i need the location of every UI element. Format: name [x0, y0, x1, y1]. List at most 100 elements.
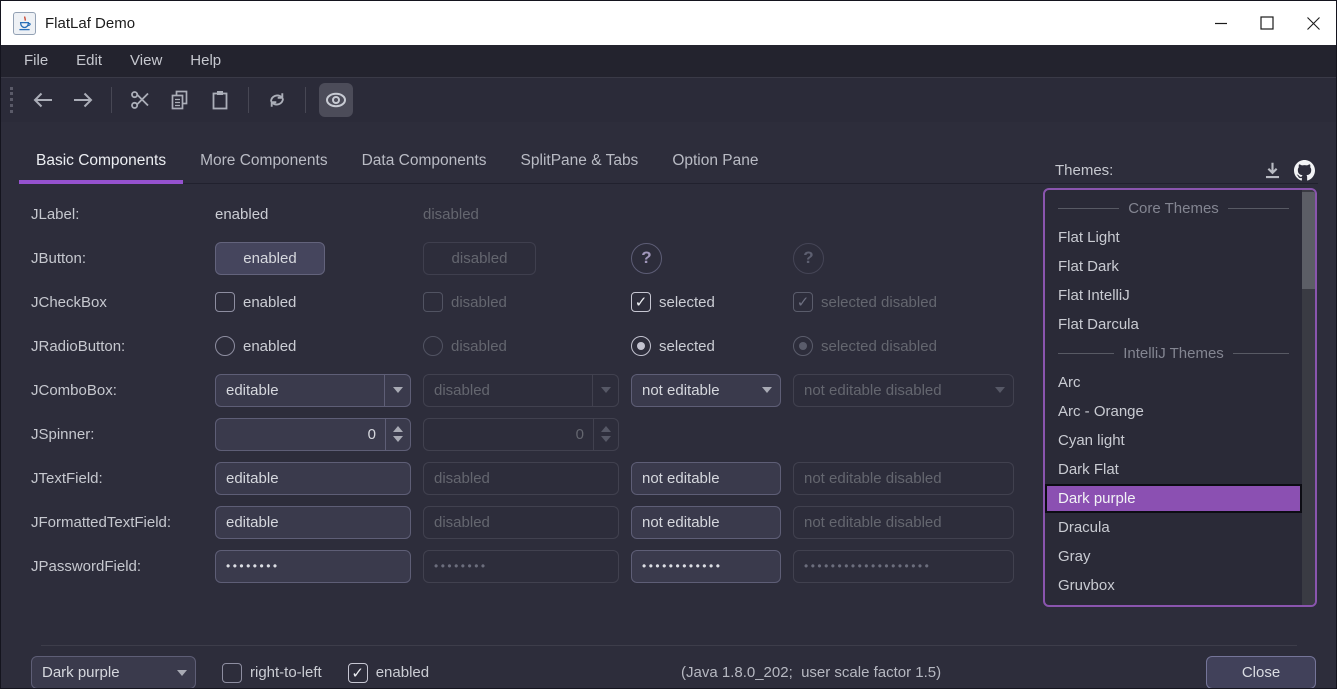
spinner-enabled[interactable]: 0	[215, 418, 411, 451]
back-icon[interactable]	[28, 85, 58, 115]
textfield-disabled: disabled	[423, 462, 619, 495]
menu-file[interactable]: File	[10, 45, 62, 77]
checkbox-enabled[interactable]: enabled	[215, 292, 411, 312]
theme-group-separator: Core Themes	[1045, 194, 1315, 223]
formatted-textfield-not-editable-disabled: not editable disabled	[793, 506, 1014, 539]
radio-selected-icon[interactable]	[631, 336, 651, 356]
menubar: File Edit View Help	[1, 45, 1336, 78]
jlabel-row-label: JLabel:	[31, 206, 203, 223]
radio-icon[interactable]	[215, 336, 235, 356]
theme-item[interactable]: Gray	[1045, 542, 1315, 571]
jpasswordfield-row-label: JPasswordField:	[31, 558, 203, 575]
java-app-icon	[13, 12, 36, 35]
radio-icon	[423, 336, 443, 356]
checkbox-selected[interactable]: ✓ selected	[631, 292, 781, 312]
chevron-down-icon	[592, 375, 618, 406]
radio-selected[interactable]: selected	[631, 336, 781, 356]
combobox-not-editable[interactable]: not editable	[631, 374, 781, 407]
menu-view[interactable]: View	[116, 45, 176, 77]
jbutton-row-label: JButton:	[31, 250, 203, 267]
download-icon[interactable]	[1263, 161, 1282, 180]
scrollbar-thumb[interactable]	[1302, 192, 1315, 289]
jcombobox-row-label: JComboBox:	[31, 382, 203, 399]
theme-item[interactable]: Cyan light	[1045, 426, 1315, 455]
theme-item[interactable]: Arc	[1045, 368, 1315, 397]
theme-item[interactable]: Gruvbox	[1045, 571, 1315, 600]
copy-icon[interactable]	[165, 85, 195, 115]
checkbox-icon	[423, 292, 443, 312]
jcheckbox-row-label: JCheckBox	[31, 294, 203, 311]
checkbox-selected-disabled: ✓ selected disabled	[793, 292, 1014, 312]
radio-enabled[interactable]: enabled	[215, 336, 411, 356]
theme-item[interactable]: Flat Dark	[1045, 252, 1315, 281]
password-field-editable[interactable]: ••••••••	[215, 550, 411, 583]
radio-selected-icon	[793, 336, 813, 356]
refresh-icon[interactable]	[262, 85, 292, 115]
toolbar	[1, 78, 1336, 122]
checkbox-checked-icon[interactable]: ✓	[348, 663, 368, 683]
tab-basic-components[interactable]: Basic Components	[19, 138, 183, 183]
textfield-editable[interactable]: editable	[215, 462, 411, 495]
theme-item[interactable]: Arc - Orange	[1045, 397, 1315, 426]
themes-label: Themes:	[1055, 162, 1113, 179]
menu-help[interactable]: Help	[176, 45, 235, 77]
maximize-button[interactable]	[1244, 1, 1290, 45]
password-field-disabled: ••••••••	[423, 550, 619, 583]
checkbox-icon[interactable]	[215, 292, 235, 312]
tab-splitpane-tabs[interactable]: SplitPane & Tabs	[504, 138, 656, 183]
titlebar: FlatLaf Demo	[1, 1, 1336, 45]
java-version-info: (Java 1.8.0_202; user scale factor 1.5)	[681, 664, 941, 681]
theme-item[interactable]: Flat IntelliJ	[1045, 281, 1315, 310]
bottom-bar: Dark purple right-to-left ✓ enabled (Jav…	[1, 646, 1336, 689]
content-area: Basic Components More Components Data Co…	[1, 138, 1336, 689]
checkbox-checked-icon[interactable]: ✓	[631, 292, 651, 312]
close-button[interactable]: Close	[1206, 656, 1316, 689]
cut-icon[interactable]	[125, 85, 155, 115]
jspinner-row-label: JSpinner:	[31, 426, 203, 443]
checkbox-icon[interactable]	[222, 663, 242, 683]
jbutton-enabled-button[interactable]: enabled	[215, 242, 325, 275]
tab-data-components[interactable]: Data Components	[345, 138, 504, 183]
chevron-down-icon[interactable]	[384, 375, 410, 406]
toolbar-separator	[248, 87, 249, 113]
combobox-not-editable-disabled: not editable disabled	[793, 374, 1014, 407]
spinner-arrows[interactable]	[385, 419, 410, 450]
menu-edit[interactable]: Edit	[62, 45, 116, 77]
chevron-down-icon[interactable]	[754, 375, 780, 406]
password-field-not-editable-disabled: •••••••••••••••••••	[793, 550, 1014, 583]
radio-disabled: disabled	[423, 336, 619, 356]
toolbar-separator	[305, 87, 306, 113]
formatted-textfield-editable[interactable]: editable	[215, 506, 411, 539]
eye-icon[interactable]	[319, 83, 353, 117]
help-button-disabled: ?	[793, 243, 824, 274]
themes-scrollbar[interactable]	[1302, 190, 1315, 605]
tab-more-components[interactable]: More Components	[183, 138, 345, 183]
paste-icon[interactable]	[205, 85, 235, 115]
theme-item-selected[interactable]: Dark purple	[1045, 484, 1302, 513]
right-to-left-checkbox[interactable]: right-to-left	[222, 663, 322, 683]
jbutton-disabled-button: disabled	[423, 242, 536, 275]
laf-combobox[interactable]: Dark purple	[31, 656, 196, 689]
spinner-arrows	[593, 419, 618, 450]
theme-item[interactable]: Flat Darcula	[1045, 310, 1315, 339]
github-icon[interactable]	[1294, 160, 1315, 181]
toolbar-grip[interactable]	[10, 87, 13, 113]
theme-item[interactable]: Flat Light	[1045, 223, 1315, 252]
jtextfield-row-label: JTextField:	[31, 470, 203, 487]
help-button[interactable]: ?	[631, 243, 662, 274]
theme-item[interactable]: Dracula	[1045, 513, 1315, 542]
password-field-not-editable[interactable]: ••••••••••••	[631, 550, 781, 583]
formatted-textfield-not-editable[interactable]: not editable	[631, 506, 781, 539]
tab-option-pane[interactable]: Option Pane	[655, 138, 775, 183]
combobox-editable[interactable]: editable	[215, 374, 411, 407]
textfield-not-editable[interactable]: not editable	[631, 462, 781, 495]
minimize-button[interactable]	[1198, 1, 1244, 45]
themes-list[interactable]: Core Themes Flat Light Flat Dark Flat In…	[1043, 188, 1317, 607]
close-window-button[interactable]	[1290, 1, 1336, 45]
theme-item[interactable]: Dark Flat	[1045, 455, 1315, 484]
toolbar-separator	[111, 87, 112, 113]
chevron-down-icon[interactable]	[169, 657, 195, 688]
jformattedtextfield-row-label: JFormattedTextField:	[31, 514, 203, 531]
forward-icon[interactable]	[68, 85, 98, 115]
enabled-checkbox[interactable]: ✓ enabled	[348, 663, 429, 683]
